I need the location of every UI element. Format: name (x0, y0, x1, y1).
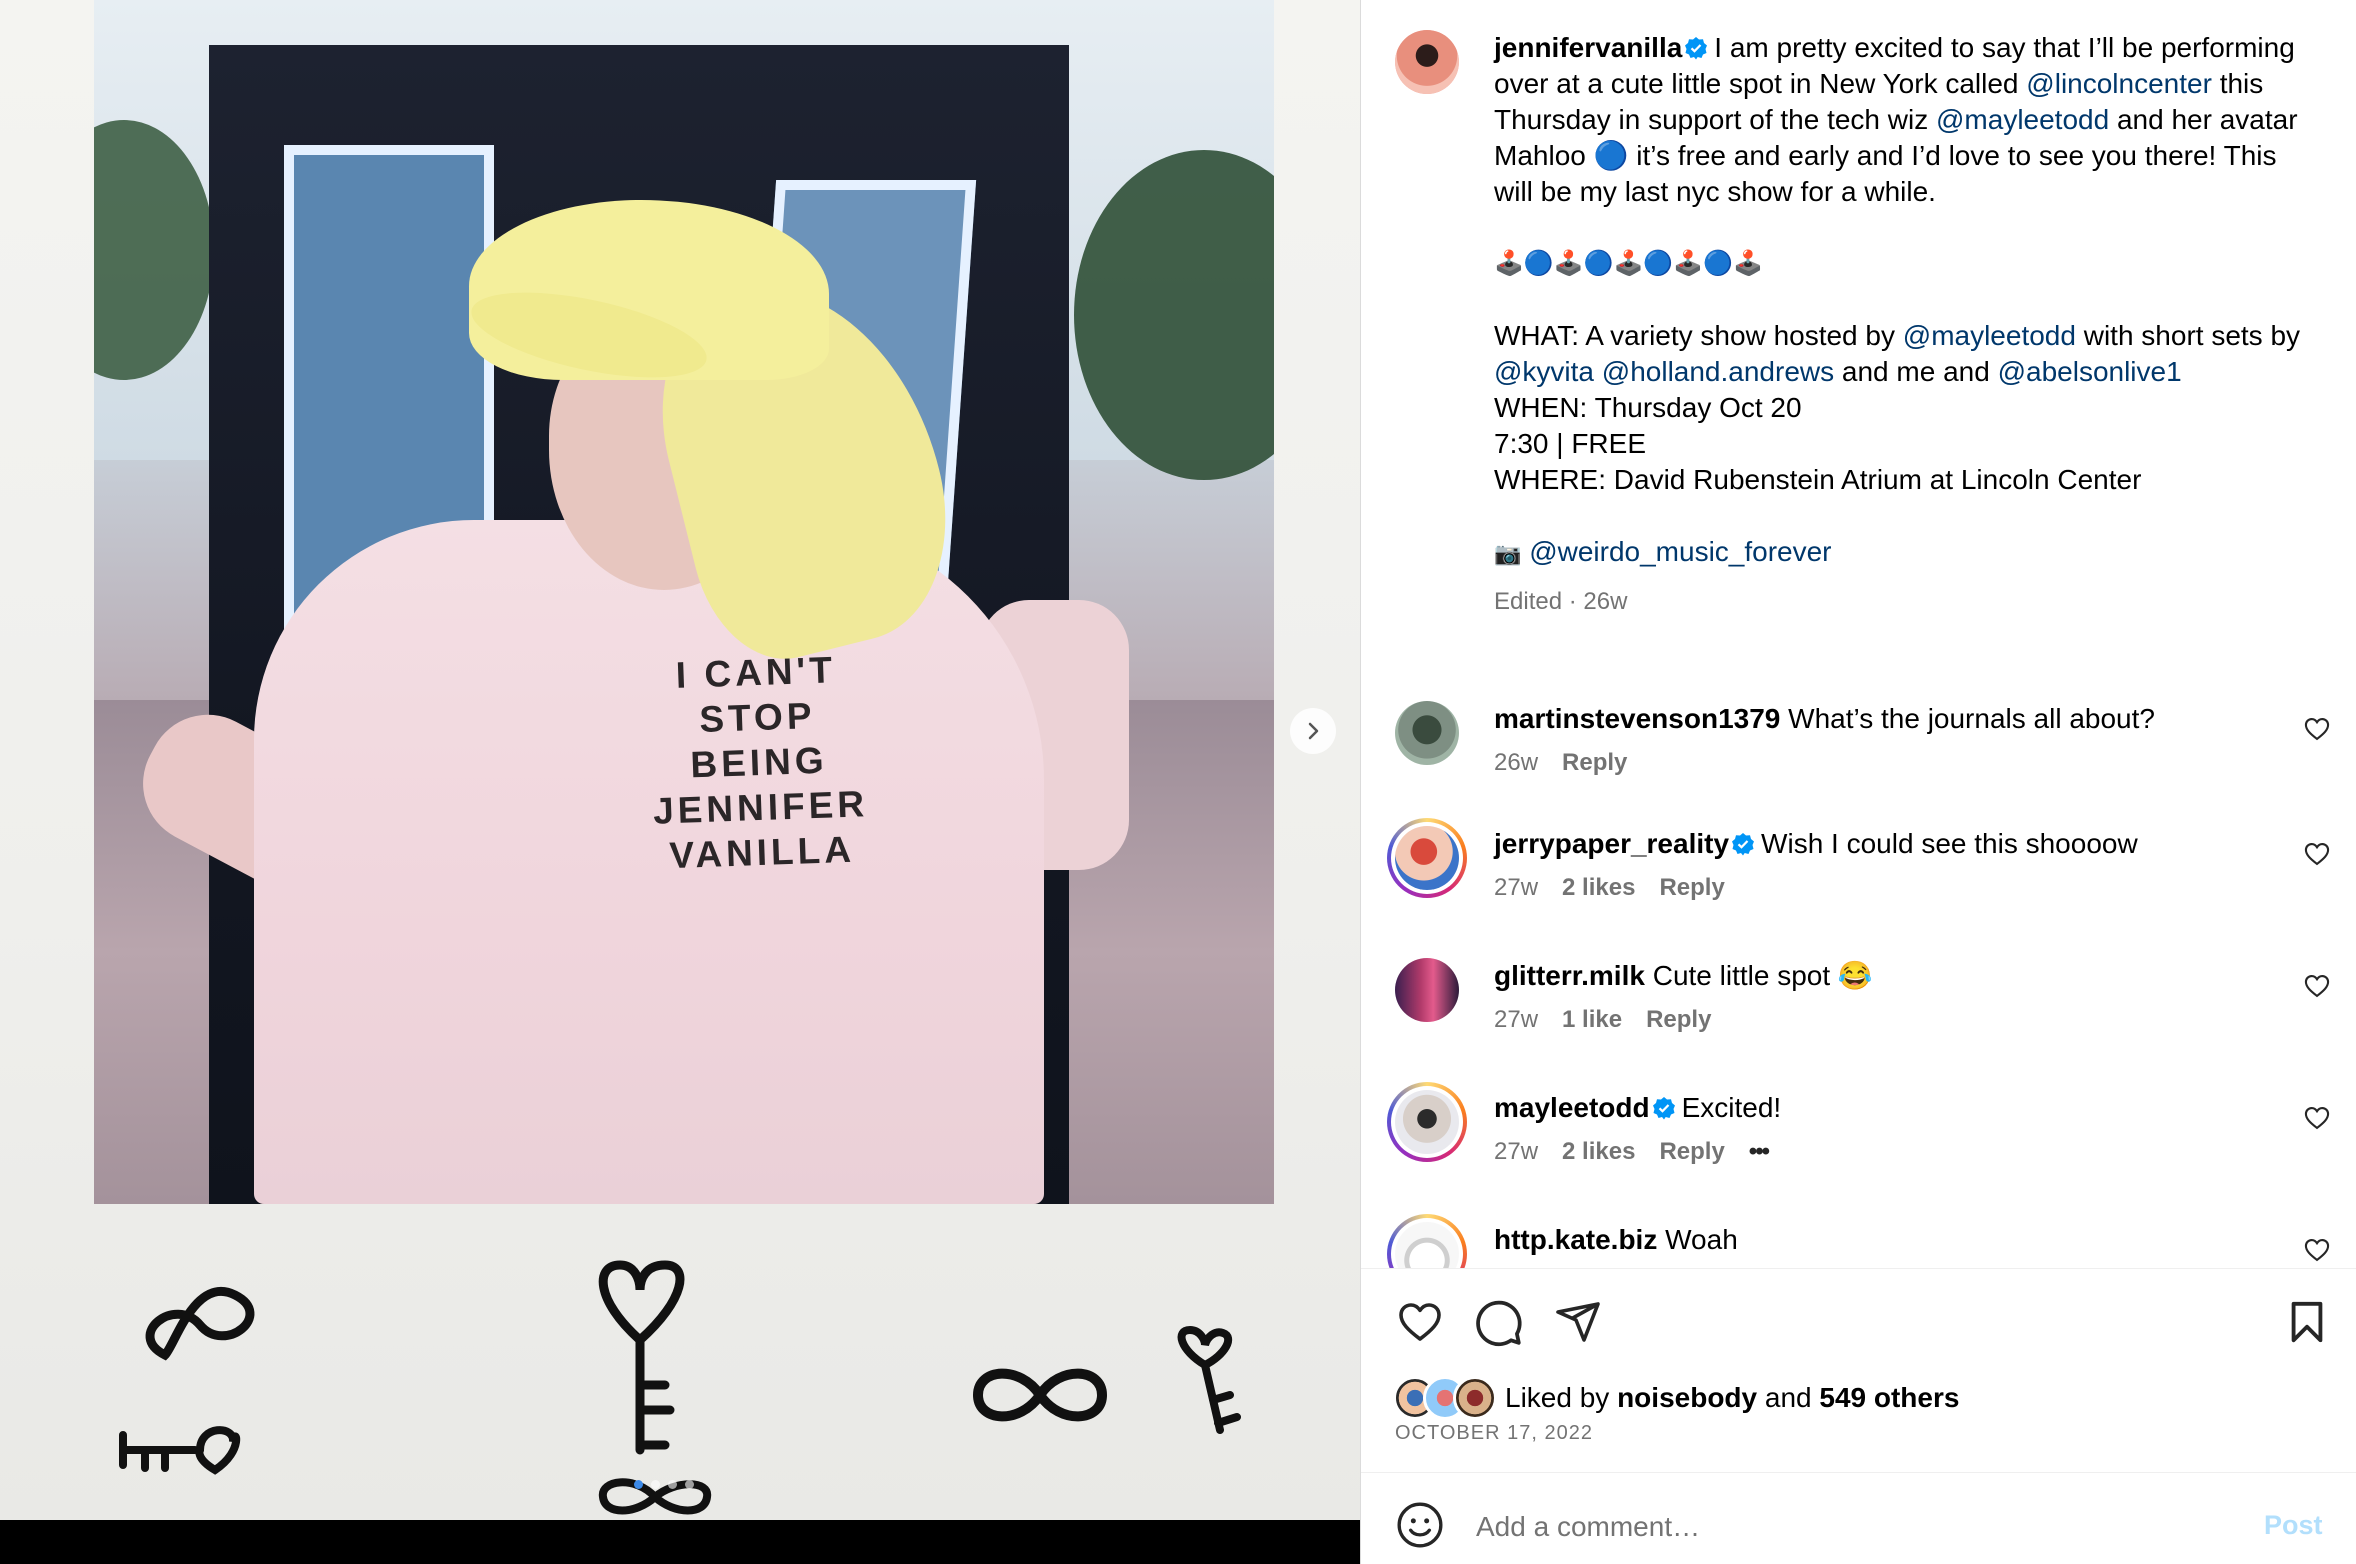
bookmark-icon[interactable] (2284, 1298, 2330, 1346)
camera-icon: 📷 (1494, 541, 1522, 566)
add-comment-input[interactable] (1474, 1500, 2238, 1554)
mention-link[interactable]: @kyvita (1494, 356, 1594, 387)
carousel-dot (651, 1480, 660, 1489)
reply-button[interactable]: Reply (1646, 1006, 1711, 1034)
comment-likes[interactable]: 2 likes (1562, 1138, 1635, 1166)
liker-username[interactable]: noisebody (1617, 1382, 1757, 1414)
caption-emoji-row: 🕹️🔵🕹️🔵🕹️🔵🕹️🔵🕹️ (1494, 250, 1763, 277)
carousel-dots (634, 1480, 694, 1489)
heart-icon[interactable] (2303, 840, 2331, 868)
commenter-username[interactable]: http.kate.biz (1494, 1224, 1657, 1255)
caption-when: WHEN: Thursday Oct 20 (1494, 392, 1802, 423)
author-username[interactable]: jennifervanilla (1494, 32, 1682, 63)
comment-box-divider (1361, 1472, 2356, 1473)
caption-text: and me and (1834, 356, 1998, 387)
post-photo: I CAN'T STOP BEING JENNIFER VANILLA (94, 0, 1274, 1204)
heart-icon[interactable] (2303, 715, 2331, 743)
key-doodle-icon (119, 1426, 241, 1475)
post-date[interactable]: OCTOBER 17, 2022 (1395, 1422, 1593, 1445)
emoji-icon[interactable] (1395, 1500, 1445, 1550)
shirt-print-text: I CAN'T STOP BEING JENNIFER VANILLA (652, 649, 869, 877)
comment-text: Woah (1665, 1224, 1738, 1255)
edited-timestamp: Edited · 26w (1494, 588, 1628, 615)
verified-icon (1652, 1097, 1675, 1120)
carousel-dot (685, 1480, 694, 1489)
likes-middle: and (1757, 1382, 1820, 1413)
comment-item: http.kate.biz Woah (1361, 1214, 2356, 1268)
comment-likes[interactable]: 1 like (1562, 1006, 1622, 1034)
chevron-right-icon (1308, 722, 1319, 740)
likes-count[interactable]: 549 others (1819, 1382, 1959, 1414)
comment-text: Excited! (1681, 1092, 1782, 1123)
share-icon[interactable] (1554, 1298, 1602, 1346)
mention-link[interactable]: @mayleetodd (1903, 320, 2076, 351)
liker-avatar[interactable] (1453, 1376, 1497, 1420)
commenter-avatar[interactable] (1387, 818, 1467, 898)
comment-text: Cute little spot 😂 (1652, 960, 1873, 991)
infinity-doodle-icon (145, 1287, 255, 1361)
carousel-dot (634, 1480, 643, 1489)
author-avatar[interactable] (1395, 30, 1459, 94)
caption-time: 7:30 | FREE (1494, 428, 1647, 459)
carousel-dot (668, 1480, 677, 1489)
heart-icon[interactable] (2303, 1236, 2331, 1264)
heart-icon[interactable] (2303, 1104, 2331, 1132)
next-slide-button[interactable] (1290, 708, 1336, 754)
comment-time: 27w (1494, 874, 1539, 901)
like-heart-icon[interactable] (1395, 1298, 1445, 1346)
comment-likes[interactable]: 2 likes (1562, 874, 1635, 902)
heart-key-doodle-icon (1177, 1325, 1241, 1434)
comment-text: What’s the journals all about? (1788, 703, 2155, 734)
caption-text: WHAT: A variety show hosted by (1494, 320, 1903, 351)
reply-button[interactable]: Reply (1562, 749, 1627, 777)
commenter-avatar[interactable] (1395, 958, 1459, 1022)
commenter-avatar[interactable] (1387, 1214, 1467, 1268)
post-comment-button[interactable]: Post (2264, 1510, 2323, 1541)
commenter-username[interactable]: jerrypaper_reality (1494, 828, 1729, 859)
polaroid-frame: I CAN'T STOP BEING JENNIFER VANILLA (0, 0, 1360, 1520)
caption-text: with short sets by (2075, 320, 2301, 351)
mention-link[interactable]: @weirdo_music_forever (1529, 536, 1831, 567)
infinity-doodle-icon (972, 1368, 1108, 1422)
heart-icon[interactable] (2303, 972, 2331, 1000)
comment-text: Wish I could see this shoooow (1761, 828, 2138, 859)
likes-prefix: Liked by (1505, 1382, 1618, 1413)
comment-item: glitterr.milk Cute little spot 😂 27w 1 li… (1361, 958, 2356, 1068)
verified-icon (1732, 833, 1755, 856)
comment-time: 26w (1494, 749, 1539, 776)
verified-icon (1685, 37, 1708, 60)
mention-link[interactable]: @lincolncenter (2026, 68, 2212, 99)
more-options-button[interactable]: ••• (1749, 1138, 1770, 1166)
comment-time: 27w (1494, 1138, 1539, 1165)
comment-item: martinstevenson1379 What’s the journals … (1361, 701, 2356, 811)
mention-link[interactable]: @mayleetodd (1936, 104, 2109, 135)
action-bar-divider (1361, 1268, 2356, 1269)
commenter-username[interactable]: glitterr.milk (1494, 960, 1645, 991)
comment-item: mayleetodd Excited! 27w 2 likes Reply ••• (1361, 1082, 2356, 1200)
commenter-avatar[interactable] (1395, 701, 1459, 765)
commenter-username[interactable]: martinstevenson1379 (1494, 703, 1780, 734)
comment-icon[interactable] (1474, 1298, 1524, 1348)
post-caption: jennifervanilla I am pretty excited to sa… (1494, 30, 2314, 620)
commenter-username[interactable]: mayleetodd (1494, 1092, 1650, 1123)
reply-button[interactable]: Reply (1659, 874, 1724, 902)
mention-link[interactable]: @holland.andrews (1602, 356, 1834, 387)
heart-key-doodle-icon (598, 1260, 685, 1455)
mention-link[interactable]: @abelsonlive1 (1998, 356, 2182, 387)
commenter-avatar[interactable] (1387, 1082, 1467, 1162)
comment-item: jerrypaper_reality Wish I could see this … (1361, 818, 2356, 936)
caption-where: WHERE: David Rubenstein Atrium at Lincol… (1494, 464, 2142, 495)
comments-panel[interactable]: jennifervanilla I am pretty excited to sa… (1361, 0, 2356, 1268)
reply-button[interactable]: Reply (1659, 1138, 1724, 1166)
comment-time: 27w (1494, 1006, 1539, 1033)
post-media[interactable]: I CAN'T STOP BEING JENNIFER VANILLA (0, 0, 1360, 1564)
likes-summary: Liked by noisebody and 549 others (1393, 1376, 1959, 1420)
